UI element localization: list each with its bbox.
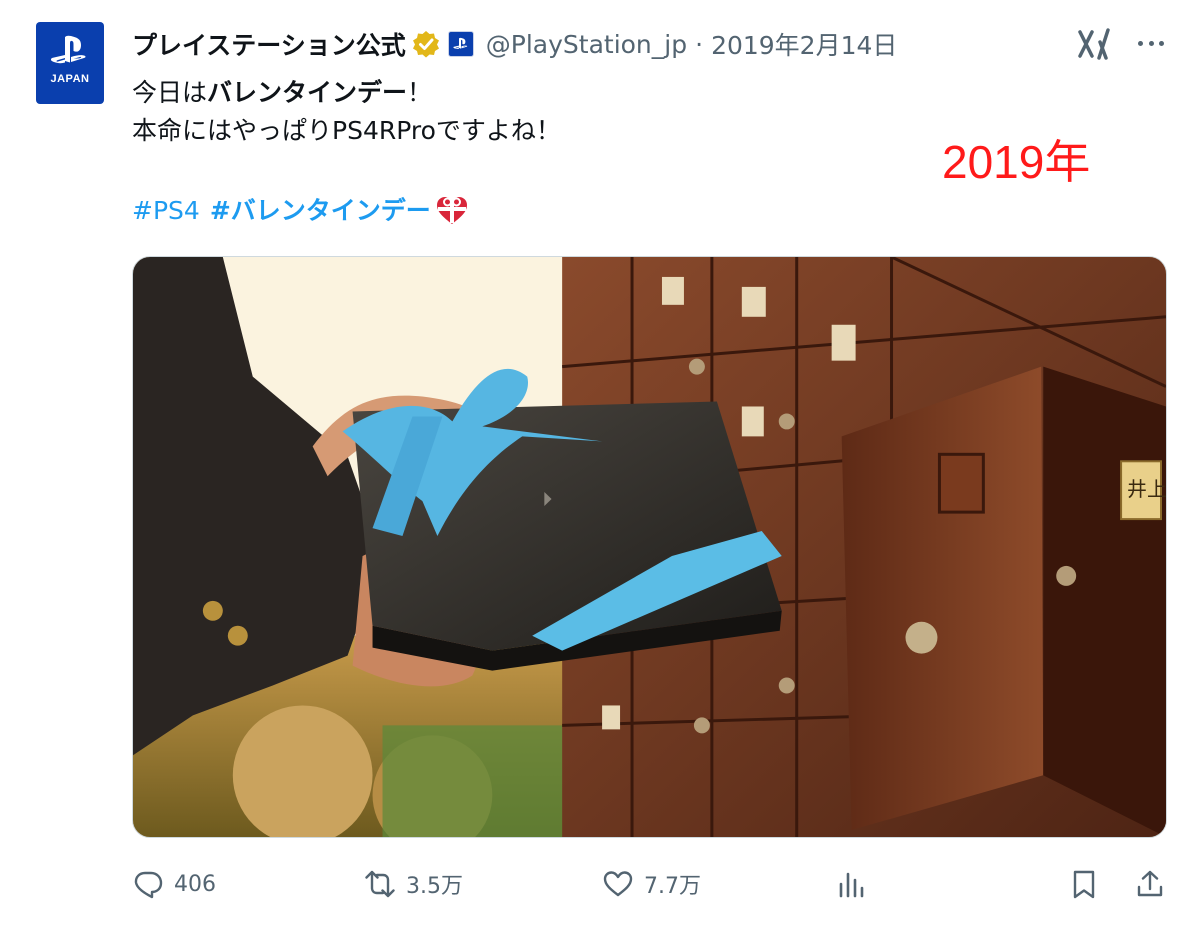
reply-count: 406 — [174, 871, 216, 897]
tweet-text: 今日はバレンタインデー！ 本命にはやっぱりPS4RProですよね！ — [132, 74, 561, 150]
affiliate-badge-icon[interactable] — [447, 31, 474, 57]
tweet-date[interactable]: 2019年2月14日 — [711, 26, 897, 62]
hashtags: #PS4 #バレンタインデー — [132, 192, 469, 230]
share-icon — [1137, 870, 1163, 897]
separator-dot: · — [695, 29, 704, 59]
share-button[interactable] — [1134, 862, 1166, 906]
reply-icon — [134, 871, 163, 899]
hashtag-valentine[interactable]: #バレンタインデー — [210, 192, 431, 230]
bookmark-button[interactable] — [1068, 862, 1100, 906]
tweet-line-2: 本命にはやっぱりPS4RProですよね！ — [132, 116, 561, 145]
box-ps-logo: ⏵ — [542, 487, 552, 511]
retweet-count: 3.5万 — [406, 874, 463, 899]
like-button[interactable]: 7.7万 — [602, 862, 701, 906]
year-annotation: 2019年 — [942, 136, 1091, 188]
like-icon — [603, 871, 633, 897]
display-name[interactable]: プレイステーション公式 — [132, 26, 406, 62]
grok-icon[interactable] — [1078, 28, 1112, 60]
locker-nameplate: 井上 — [1127, 477, 1166, 501]
playstation-logo-icon — [453, 37, 467, 49]
avatar-label: JAPAN — [50, 73, 90, 85]
tweet-header: プレイステーション公式 @PlayStation_jp · 2019年2月14日 — [132, 24, 897, 64]
bookmark-icon — [1073, 870, 1095, 899]
views-icon — [839, 872, 864, 898]
more-icon[interactable] — [1138, 30, 1164, 56]
tweet-photo[interactable]: 井上 ⏵ — [132, 256, 1167, 838]
playstation-logo-icon — [50, 35, 86, 64]
retweet-icon — [365, 870, 395, 898]
tweet-card[interactable]: JAPAN プレイステーション公式 @PlayStation_jp · 2019… — [0, 0, 1198, 930]
photo-illustration: 井上 ⏵ — [133, 257, 1166, 837]
views-button[interactable] — [836, 862, 868, 906]
reply-button[interactable]: 406 — [132, 862, 216, 906]
like-count: 7.7万 — [644, 874, 701, 899]
hashtag-ps4[interactable]: #PS4 — [132, 192, 200, 230]
retweet-button[interactable]: 3.5万 — [364, 862, 463, 906]
user-handle[interactable]: @PlayStation_jp — [486, 30, 687, 59]
verified-badge-icon[interactable] — [412, 30, 440, 58]
avatar[interactable]: JAPAN — [36, 22, 104, 104]
tweet-line-1: 今日はバレンタインデー！ — [132, 78, 433, 107]
action-bar: 406 3.5万 7.7万 — [132, 862, 1167, 906]
heart-gift-emoji-icon — [436, 197, 467, 224]
